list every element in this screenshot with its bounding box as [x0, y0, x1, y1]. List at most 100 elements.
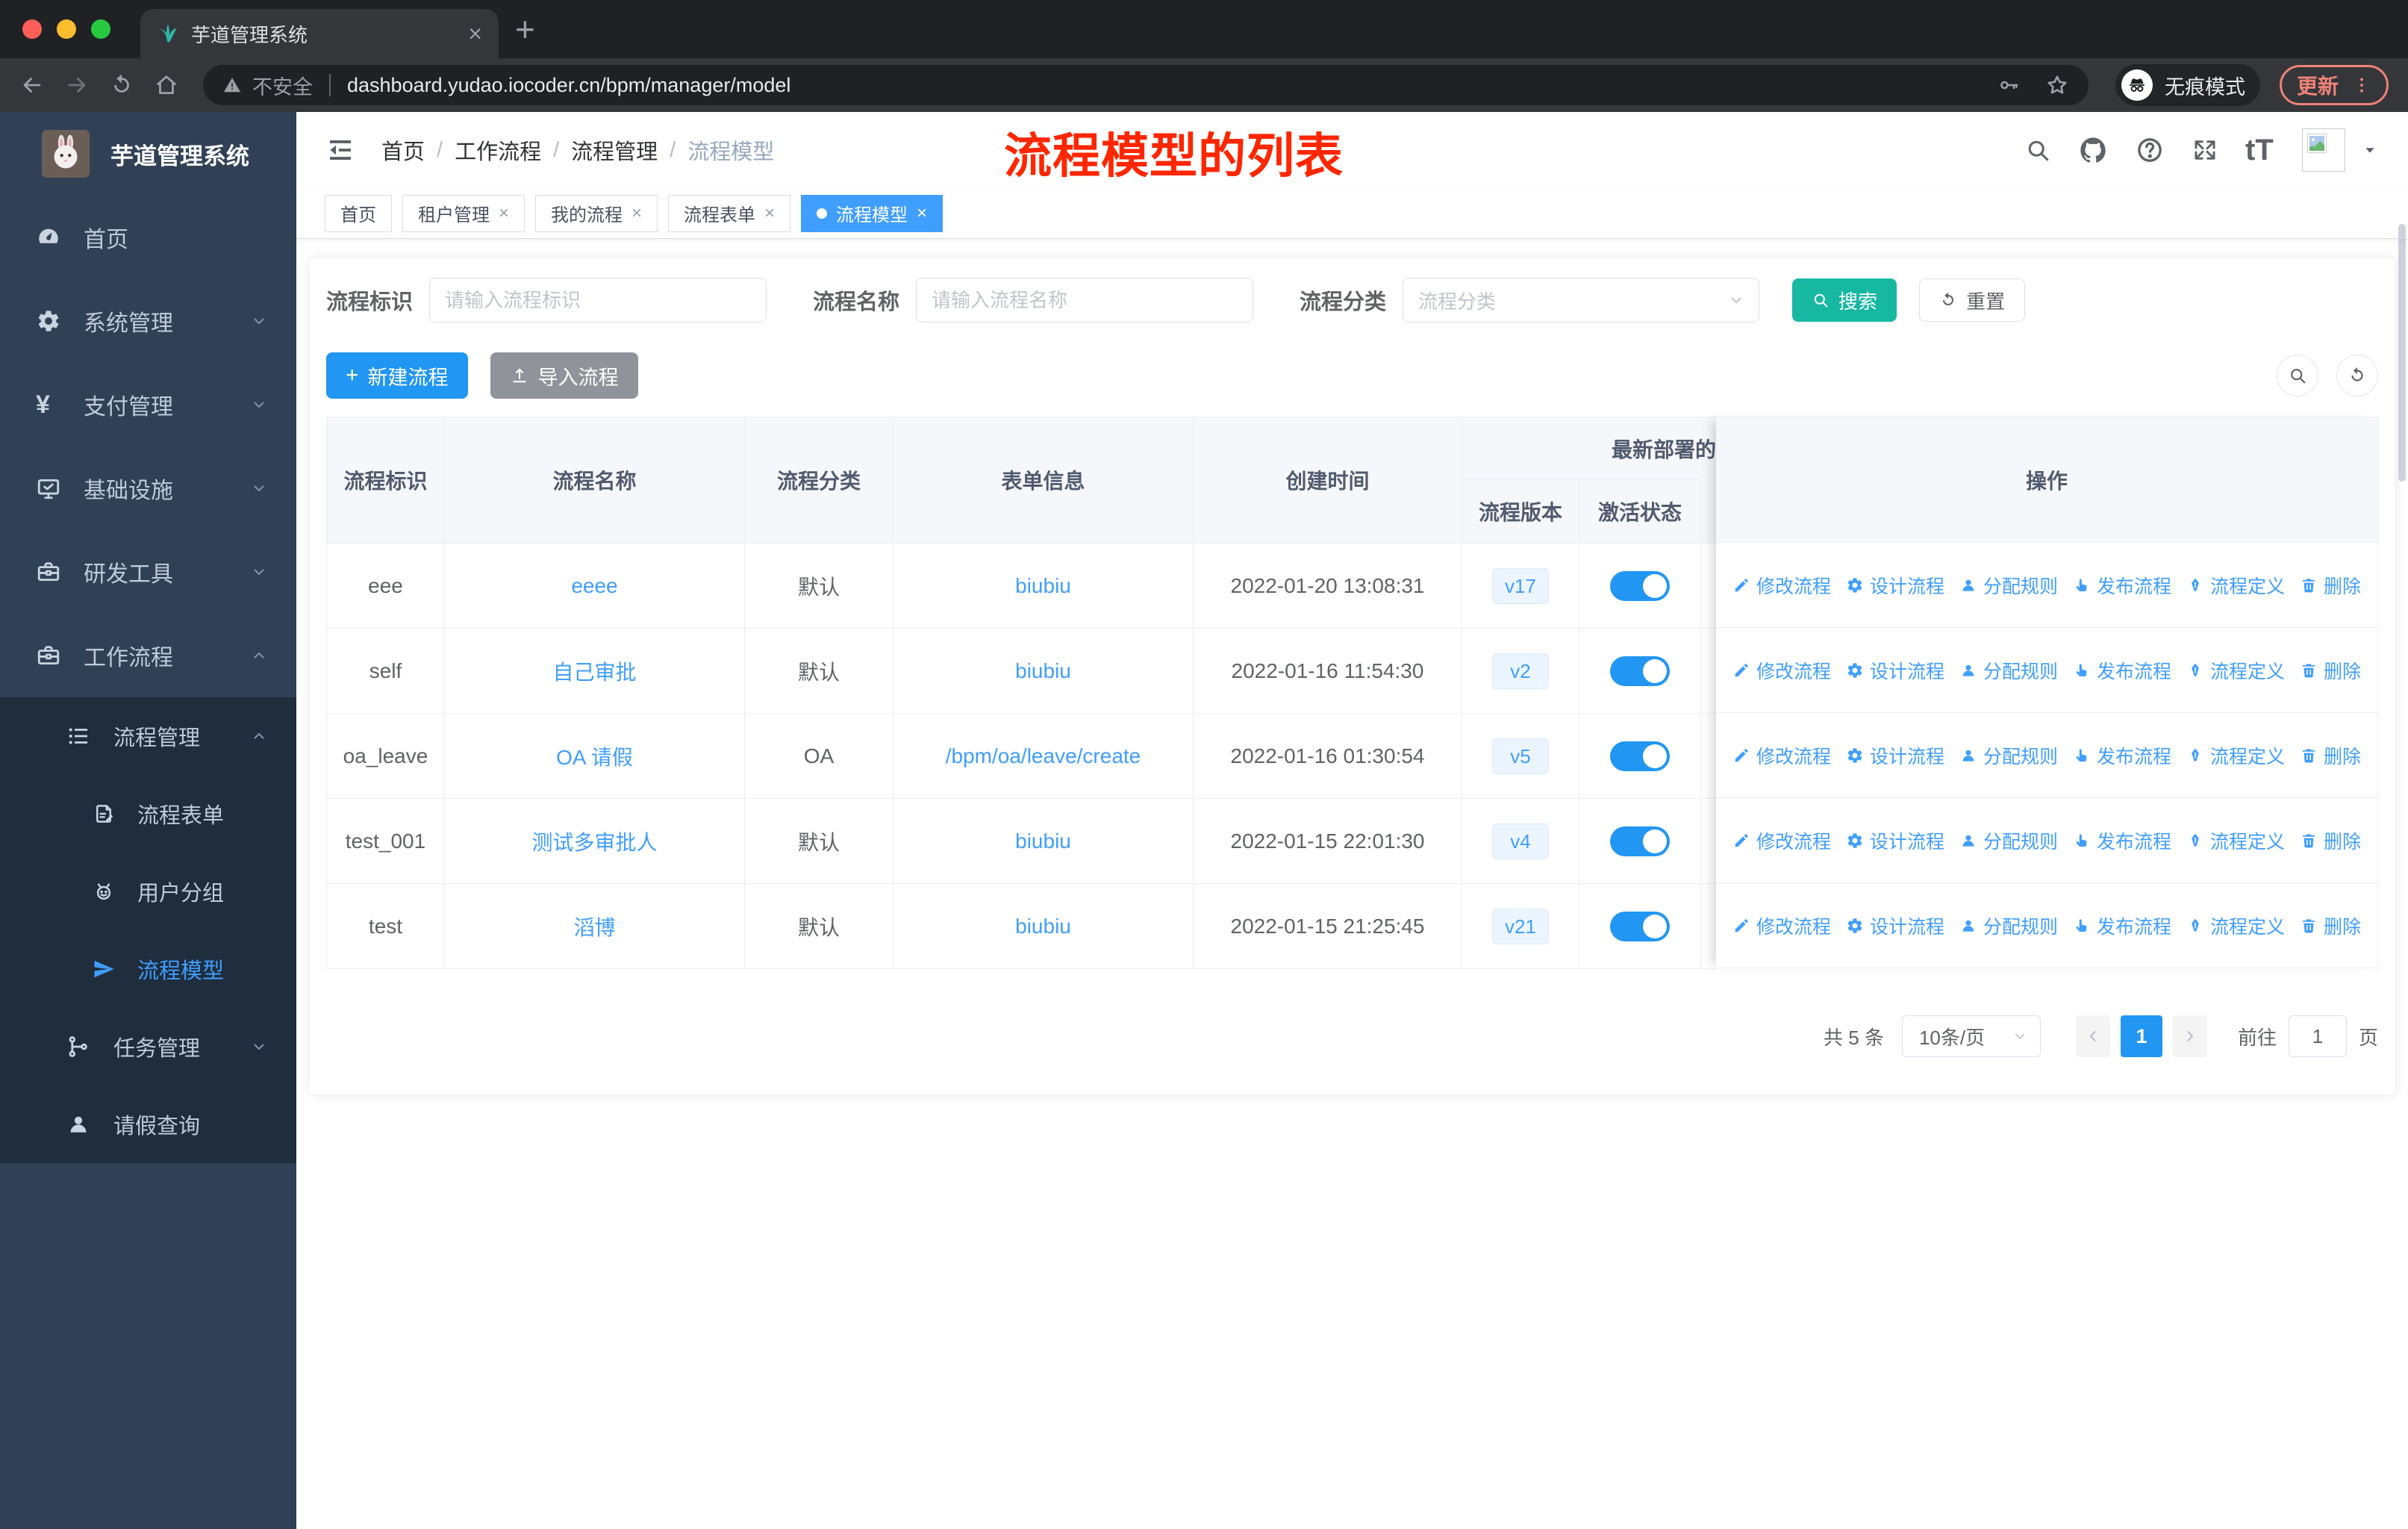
- sidebar-item-workflow[interactable]: 工作流程: [0, 614, 296, 697]
- action-delete-link[interactable]: 删除: [2300, 657, 2361, 684]
- refresh-table-button[interactable]: [2336, 355, 2378, 396]
- sidebar-item-system[interactable]: 系统管理: [0, 279, 296, 363]
- active-toggle[interactable]: [1610, 570, 1670, 601]
- action-publish-link[interactable]: 发布流程: [2073, 912, 2171, 939]
- new-tab-button[interactable]: +: [515, 12, 535, 46]
- active-toggle[interactable]: [1610, 911, 1670, 941]
- search-button[interactable]: 搜索: [1792, 278, 1897, 322]
- action-delete-link[interactable]: 删除: [2300, 572, 2361, 599]
- sidebar-item-user-group[interactable]: 用户分组: [0, 853, 296, 930]
- key-icon[interactable]: [1997, 74, 2020, 96]
- active-toggle[interactable]: [1610, 741, 1670, 771]
- action-edit-link[interactable]: 修改流程: [1732, 742, 1831, 769]
- create-process-button[interactable]: + 新建流程: [326, 352, 468, 399]
- action-publish-link[interactable]: 发布流程: [2073, 657, 2171, 684]
- action-assign-link[interactable]: 分配规则: [1959, 657, 2058, 684]
- toggle-search-button[interactable]: [2277, 355, 2318, 396]
- action-delete-link[interactable]: 删除: [2300, 827, 2361, 854]
- action-definition-link[interactable]: 流程定义: [2186, 657, 2285, 684]
- browser-update-button[interactable]: 更新: [2279, 65, 2389, 105]
- form-info-link[interactable]: biubiu: [1015, 659, 1071, 682]
- tab-process-form[interactable]: 流程表单 ×: [668, 194, 791, 232]
- action-definition-link[interactable]: 流程定义: [2186, 827, 2285, 854]
- action-publish-link[interactable]: 发布流程: [2073, 742, 2171, 769]
- tag-close-icon[interactable]: ×: [631, 204, 642, 222]
- header-search-icon[interactable]: [2024, 137, 2051, 164]
- import-process-button[interactable]: 导入流程: [490, 352, 638, 399]
- reset-button[interactable]: 重置: [1919, 278, 2026, 322]
- sidebar-item-home[interactable]: 首页: [0, 196, 296, 279]
- sidebar-item-task-mgmt[interactable]: 任务管理: [0, 1008, 296, 1086]
- process-category-select[interactable]: 流程分类: [1403, 278, 1760, 323]
- tab-process-model[interactable]: 流程模型 ×: [801, 194, 943, 232]
- goto-page-input[interactable]: [2288, 1015, 2347, 1057]
- action-design-link[interactable]: 设计流程: [1846, 742, 1944, 769]
- sidebar-item-process-model[interactable]: 流程模型: [0, 930, 296, 1008]
- active-toggle[interactable]: [1610, 826, 1670, 856]
- back-icon[interactable]: [19, 72, 45, 98]
- action-edit-link[interactable]: 修改流程: [1732, 572, 1831, 599]
- action-publish-link[interactable]: 发布流程: [2073, 572, 2171, 599]
- model-name-link[interactable]: 滔博: [573, 916, 615, 939]
- prev-page-button[interactable]: [2075, 1015, 2110, 1057]
- sidebar-item-infra[interactable]: 基础设施: [0, 446, 296, 530]
- sidebar-item-process-mgmt[interactable]: 流程管理: [0, 697, 296, 775]
- current-page-button[interactable]: 1: [2120, 1015, 2162, 1057]
- model-name-link[interactable]: 测试多审批人: [531, 831, 657, 854]
- process-key-input[interactable]: [429, 278, 767, 323]
- page-size-select[interactable]: 10条/页: [1901, 1015, 2041, 1057]
- minimize-window-button[interactable]: [57, 19, 76, 39]
- font-size-icon[interactable]: tT: [2245, 135, 2275, 165]
- action-definition-link[interactable]: 流程定义: [2186, 572, 2285, 599]
- action-design-link[interactable]: 设计流程: [1846, 572, 1944, 599]
- url-bar[interactable]: 不安全 dashboard.yudao.iocoder.cn/bpm/manag…: [203, 65, 2089, 105]
- browser-tab[interactable]: 芋道管理系统 ×: [140, 9, 499, 58]
- avatar-caret-icon[interactable]: [2362, 142, 2378, 158]
- next-page-button[interactable]: [2172, 1015, 2207, 1057]
- forward-icon[interactable]: [64, 72, 90, 98]
- sidebar-item-payment[interactable]: ¥ 支付管理: [0, 363, 296, 446]
- action-edit-link[interactable]: 修改流程: [1732, 827, 1831, 854]
- sidebar-item-process-form[interactable]: 流程表单: [0, 775, 296, 853]
- action-delete-link[interactable]: 删除: [2300, 912, 2361, 939]
- fullscreen-icon[interactable]: [2192, 137, 2218, 164]
- form-info-link[interactable]: biubiu: [1015, 829, 1071, 853]
- bookmark-star-icon[interactable]: [2045, 73, 2069, 97]
- action-publish-link[interactable]: 发布流程: [2073, 827, 2171, 854]
- github-icon[interactable]: [2078, 135, 2108, 165]
- tag-close-icon[interactable]: ×: [499, 204, 509, 222]
- action-delete-link[interactable]: 删除: [2300, 742, 2361, 769]
- form-info-link[interactable]: /bpm/oa/leave/create: [946, 744, 1141, 767]
- tab-tenant[interactable]: 租户管理 ×: [402, 194, 525, 232]
- sidebar-collapse-icon[interactable]: [325, 134, 356, 166]
- process-name-input[interactable]: [916, 278, 1254, 323]
- action-assign-link[interactable]: 分配规则: [1959, 827, 2058, 854]
- active-toggle[interactable]: [1610, 655, 1670, 686]
- scrollbar-thumb[interactable]: [2398, 224, 2406, 482]
- action-edit-link[interactable]: 修改流程: [1732, 912, 1831, 939]
- browser-menu-icon[interactable]: [2352, 75, 2371, 95]
- help-icon[interactable]: [2135, 135, 2165, 165]
- home-icon[interactable]: [154, 72, 179, 98]
- tab-home[interactable]: 首页: [325, 194, 392, 232]
- action-definition-link[interactable]: 流程定义: [2186, 912, 2285, 939]
- action-assign-link[interactable]: 分配规则: [1959, 572, 2058, 599]
- form-info-link[interactable]: biubiu: [1015, 574, 1071, 597]
- action-design-link[interactable]: 设计流程: [1846, 912, 1944, 939]
- tab-my-process[interactable]: 我的流程 ×: [535, 194, 658, 232]
- security-warning-icon[interactable]: [222, 75, 242, 95]
- sidebar-item-devtools[interactable]: 研发工具: [0, 530, 296, 614]
- zoom-window-button[interactable]: [91, 19, 110, 39]
- tab-close-icon[interactable]: ×: [468, 20, 482, 48]
- model-name-link[interactable]: 自己审批: [552, 661, 636, 684]
- close-window-button[interactable]: [22, 19, 42, 39]
- action-edit-link[interactable]: 修改流程: [1732, 657, 1831, 684]
- action-assign-link[interactable]: 分配规则: [1959, 912, 2058, 939]
- form-info-link[interactable]: biubiu: [1015, 915, 1071, 938]
- user-avatar[interactable]: [2302, 128, 2345, 172]
- action-design-link[interactable]: 设计流程: [1846, 827, 1944, 854]
- reload-icon[interactable]: [109, 72, 134, 98]
- action-design-link[interactable]: 设计流程: [1846, 657, 1944, 684]
- tag-close-icon[interactable]: ×: [917, 204, 927, 222]
- sidebar-item-leave-query[interactable]: 请假查询: [0, 1086, 296, 1163]
